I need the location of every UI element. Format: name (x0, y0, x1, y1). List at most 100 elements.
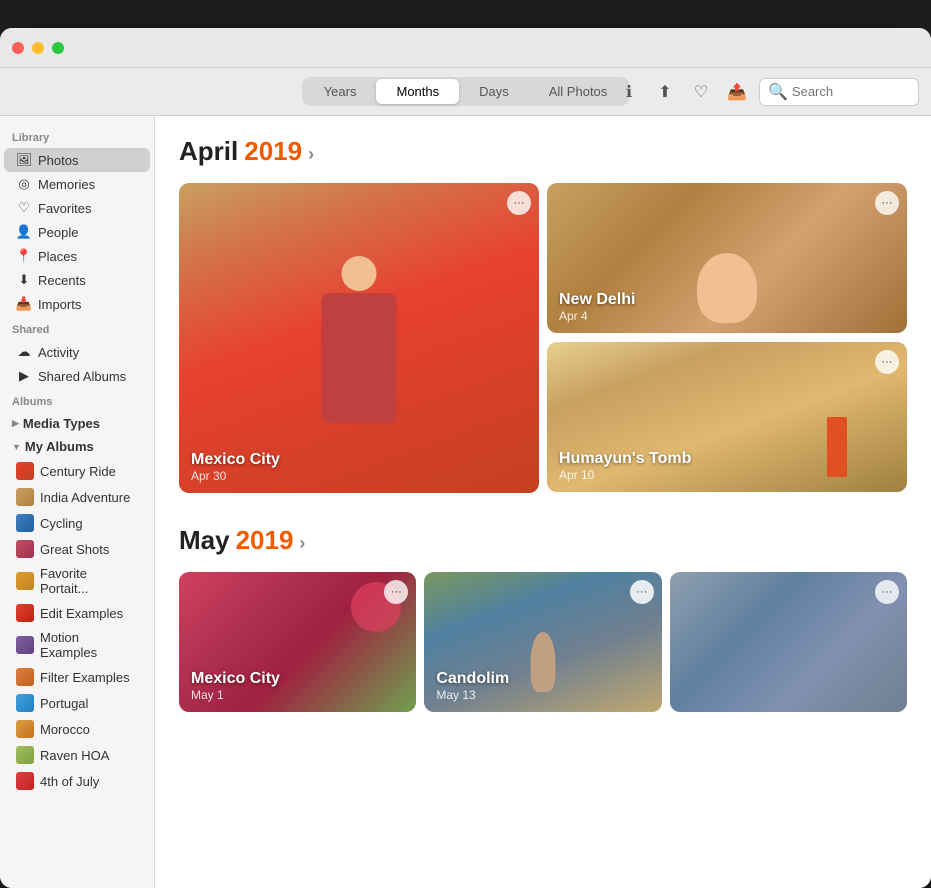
morocco-thumb (16, 720, 34, 738)
my-albums-label: My Albums (25, 439, 94, 454)
export-button[interactable]: 📤 (723, 78, 751, 106)
heart-button[interactable]: ♡ (687, 78, 715, 106)
sidebar-item-label: Motion Examples (40, 630, 138, 660)
sidebar-item-label: Photos (38, 153, 78, 168)
toolbar: Years Months Days All Photos ℹ ⬆ ♡ 📤 🔍 (0, 68, 931, 116)
sidebar-item-label: Imports (38, 297, 81, 312)
photos-app-window: Years Months Days All Photos ℹ ⬆ ♡ 📤 🔍 L… (0, 28, 931, 888)
sidebar: Library 🖼 Photos ◎ Memories ♡ Favorites … (0, 116, 155, 888)
recents-icon: ⬇ (16, 272, 32, 288)
sidebar-item-memories[interactable]: ◎ Memories (4, 172, 150, 196)
tab-all-photos[interactable]: All Photos (529, 79, 628, 104)
more-options-button[interactable]: ··· (875, 580, 899, 604)
photo-new-delhi[interactable]: New Delhi Apr 4 ··· (547, 183, 907, 333)
favorites-icon: ♡ (16, 200, 32, 216)
sidebar-item-shared-albums[interactable]: ▶ Shared Albums (4, 364, 150, 388)
section-arrow-icon: › (308, 144, 314, 165)
century-ride-thumb (16, 462, 34, 480)
sidebar-item-label: India Adventure (40, 490, 130, 505)
sidebar-item-label: Recents (38, 273, 86, 288)
view-tabs: Years Months Days All Photos (302, 77, 630, 106)
people-icon: 👤 (16, 224, 32, 240)
april-2019-header[interactable]: April 2019 › (179, 136, 907, 167)
search-icon: 🔍 (768, 82, 788, 102)
sidebar-item-recents[interactable]: ⬇ Recents (4, 268, 150, 292)
sidebar-item-label: Great Shots (40, 542, 109, 557)
portugal-thumb (16, 694, 34, 712)
sidebar-item-label: Cycling (40, 516, 83, 531)
more-options-button[interactable]: ··· (875, 191, 899, 215)
sidebar-item-motion-examples[interactable]: Motion Examples (4, 626, 150, 664)
photo-label: Humayun's Tomb Apr 10 (547, 440, 703, 492)
sidebar-item-century-ride[interactable]: Century Ride (4, 458, 150, 484)
may-2019-header[interactable]: May 2019 › (179, 525, 907, 556)
photo-label: Mexico City Apr 30 (179, 441, 292, 493)
edit-examples-thumb (16, 604, 34, 622)
sidebar-item-label: Raven HOA (40, 748, 109, 763)
sidebar-item-portugal[interactable]: Portugal (4, 690, 150, 716)
sidebar-item-edit-examples[interactable]: Edit Examples (4, 600, 150, 626)
photo-mexico-city-apr[interactable]: Mexico City Apr 30 ··· (179, 183, 539, 493)
april-photo-grid: Mexico City Apr 30 ··· New Delhi Apr 4 (179, 183, 907, 493)
photo-may-third[interactable]: ··· (670, 572, 907, 712)
sidebar-item-places[interactable]: 📍 Places (4, 244, 150, 268)
content-area: Library 🖼 Photos ◎ Memories ♡ Favorites … (0, 116, 931, 888)
section-arrow-icon: › (299, 533, 305, 554)
sidebar-item-label: Favorites (38, 201, 91, 216)
search-input[interactable] (792, 84, 912, 99)
photo-humayun-tomb[interactable]: Humayun's Tomb Apr 10 ··· (547, 342, 907, 492)
sidebar-item-imports[interactable]: 📥 Imports (4, 292, 150, 316)
photo-label: New Delhi Apr 4 (547, 281, 647, 333)
more-options-button[interactable]: ··· (875, 350, 899, 374)
sidebar-item-morocco[interactable]: Morocco (4, 716, 150, 742)
sidebar-item-favorites[interactable]: ♡ Favorites (4, 196, 150, 220)
toolbar-actions: ℹ ⬆ ♡ 📤 🔍 (615, 78, 919, 106)
sidebar-item-label: Century Ride (40, 464, 116, 479)
media-types-label: Media Types (23, 416, 100, 431)
close-button[interactable] (12, 42, 24, 54)
my-albums-toggle[interactable]: ▼ My Albums (0, 435, 154, 458)
april-2019-section: April 2019 › (179, 136, 907, 493)
sidebar-item-favorite-portraits[interactable]: Favorite Portait... (4, 562, 150, 600)
main-content: April 2019 › (155, 116, 931, 888)
search-box[interactable]: 🔍 (759, 78, 919, 106)
sidebar-item-people[interactable]: 👤 People (4, 220, 150, 244)
sidebar-item-photos[interactable]: 🖼 Photos (4, 148, 150, 172)
sidebar-item-label: 4th of July (40, 774, 99, 789)
more-options-button[interactable]: ··· (507, 191, 531, 215)
library-section-header: Library (0, 124, 154, 148)
sidebar-item-cycling[interactable]: Cycling (4, 510, 150, 536)
sidebar-item-filter-examples[interactable]: Filter Examples (4, 664, 150, 690)
sidebar-item-label: Places (38, 249, 77, 264)
maximize-button[interactable] (52, 42, 64, 54)
photo-date: May 13 (436, 688, 509, 702)
photo-candolim[interactable]: Candolim May 13 ··· (424, 572, 661, 712)
tab-months[interactable]: Months (376, 79, 459, 104)
traffic-lights (12, 42, 64, 54)
sidebar-item-label: Filter Examples (40, 670, 130, 685)
photo-date: Apr 10 (559, 468, 691, 482)
month-label: May (179, 525, 230, 556)
photo-mexico-city-may[interactable]: Mexico City May 1 ··· (179, 572, 416, 712)
india-adventure-thumb (16, 488, 34, 506)
info-button[interactable]: ℹ (615, 78, 643, 106)
media-types-toggle[interactable]: ▶ Media Types (0, 412, 154, 435)
great-shots-thumb (16, 540, 34, 558)
share-button[interactable]: ⬆ (651, 78, 679, 106)
sidebar-item-4th-of-july[interactable]: 4th of July (4, 768, 150, 794)
titlebar (0, 28, 931, 68)
sidebar-item-raven-hoa[interactable]: Raven HOA (4, 742, 150, 768)
places-icon: 📍 (16, 248, 32, 264)
more-options-button[interactable]: ··· (630, 580, 654, 604)
sidebar-item-activity[interactable]: ☁ Activity (4, 340, 150, 364)
place-name: Mexico City (191, 451, 280, 469)
sidebar-item-india-adventure[interactable]: India Adventure (4, 484, 150, 510)
filter-examples-thumb (16, 668, 34, 686)
shared-section-header: Shared (0, 316, 154, 340)
tab-years[interactable]: Years (304, 79, 377, 104)
sidebar-item-label: Activity (38, 345, 79, 360)
place-name: New Delhi (559, 291, 635, 309)
tab-days[interactable]: Days (459, 79, 529, 104)
sidebar-item-great-shots[interactable]: Great Shots (4, 536, 150, 562)
minimize-button[interactable] (32, 42, 44, 54)
